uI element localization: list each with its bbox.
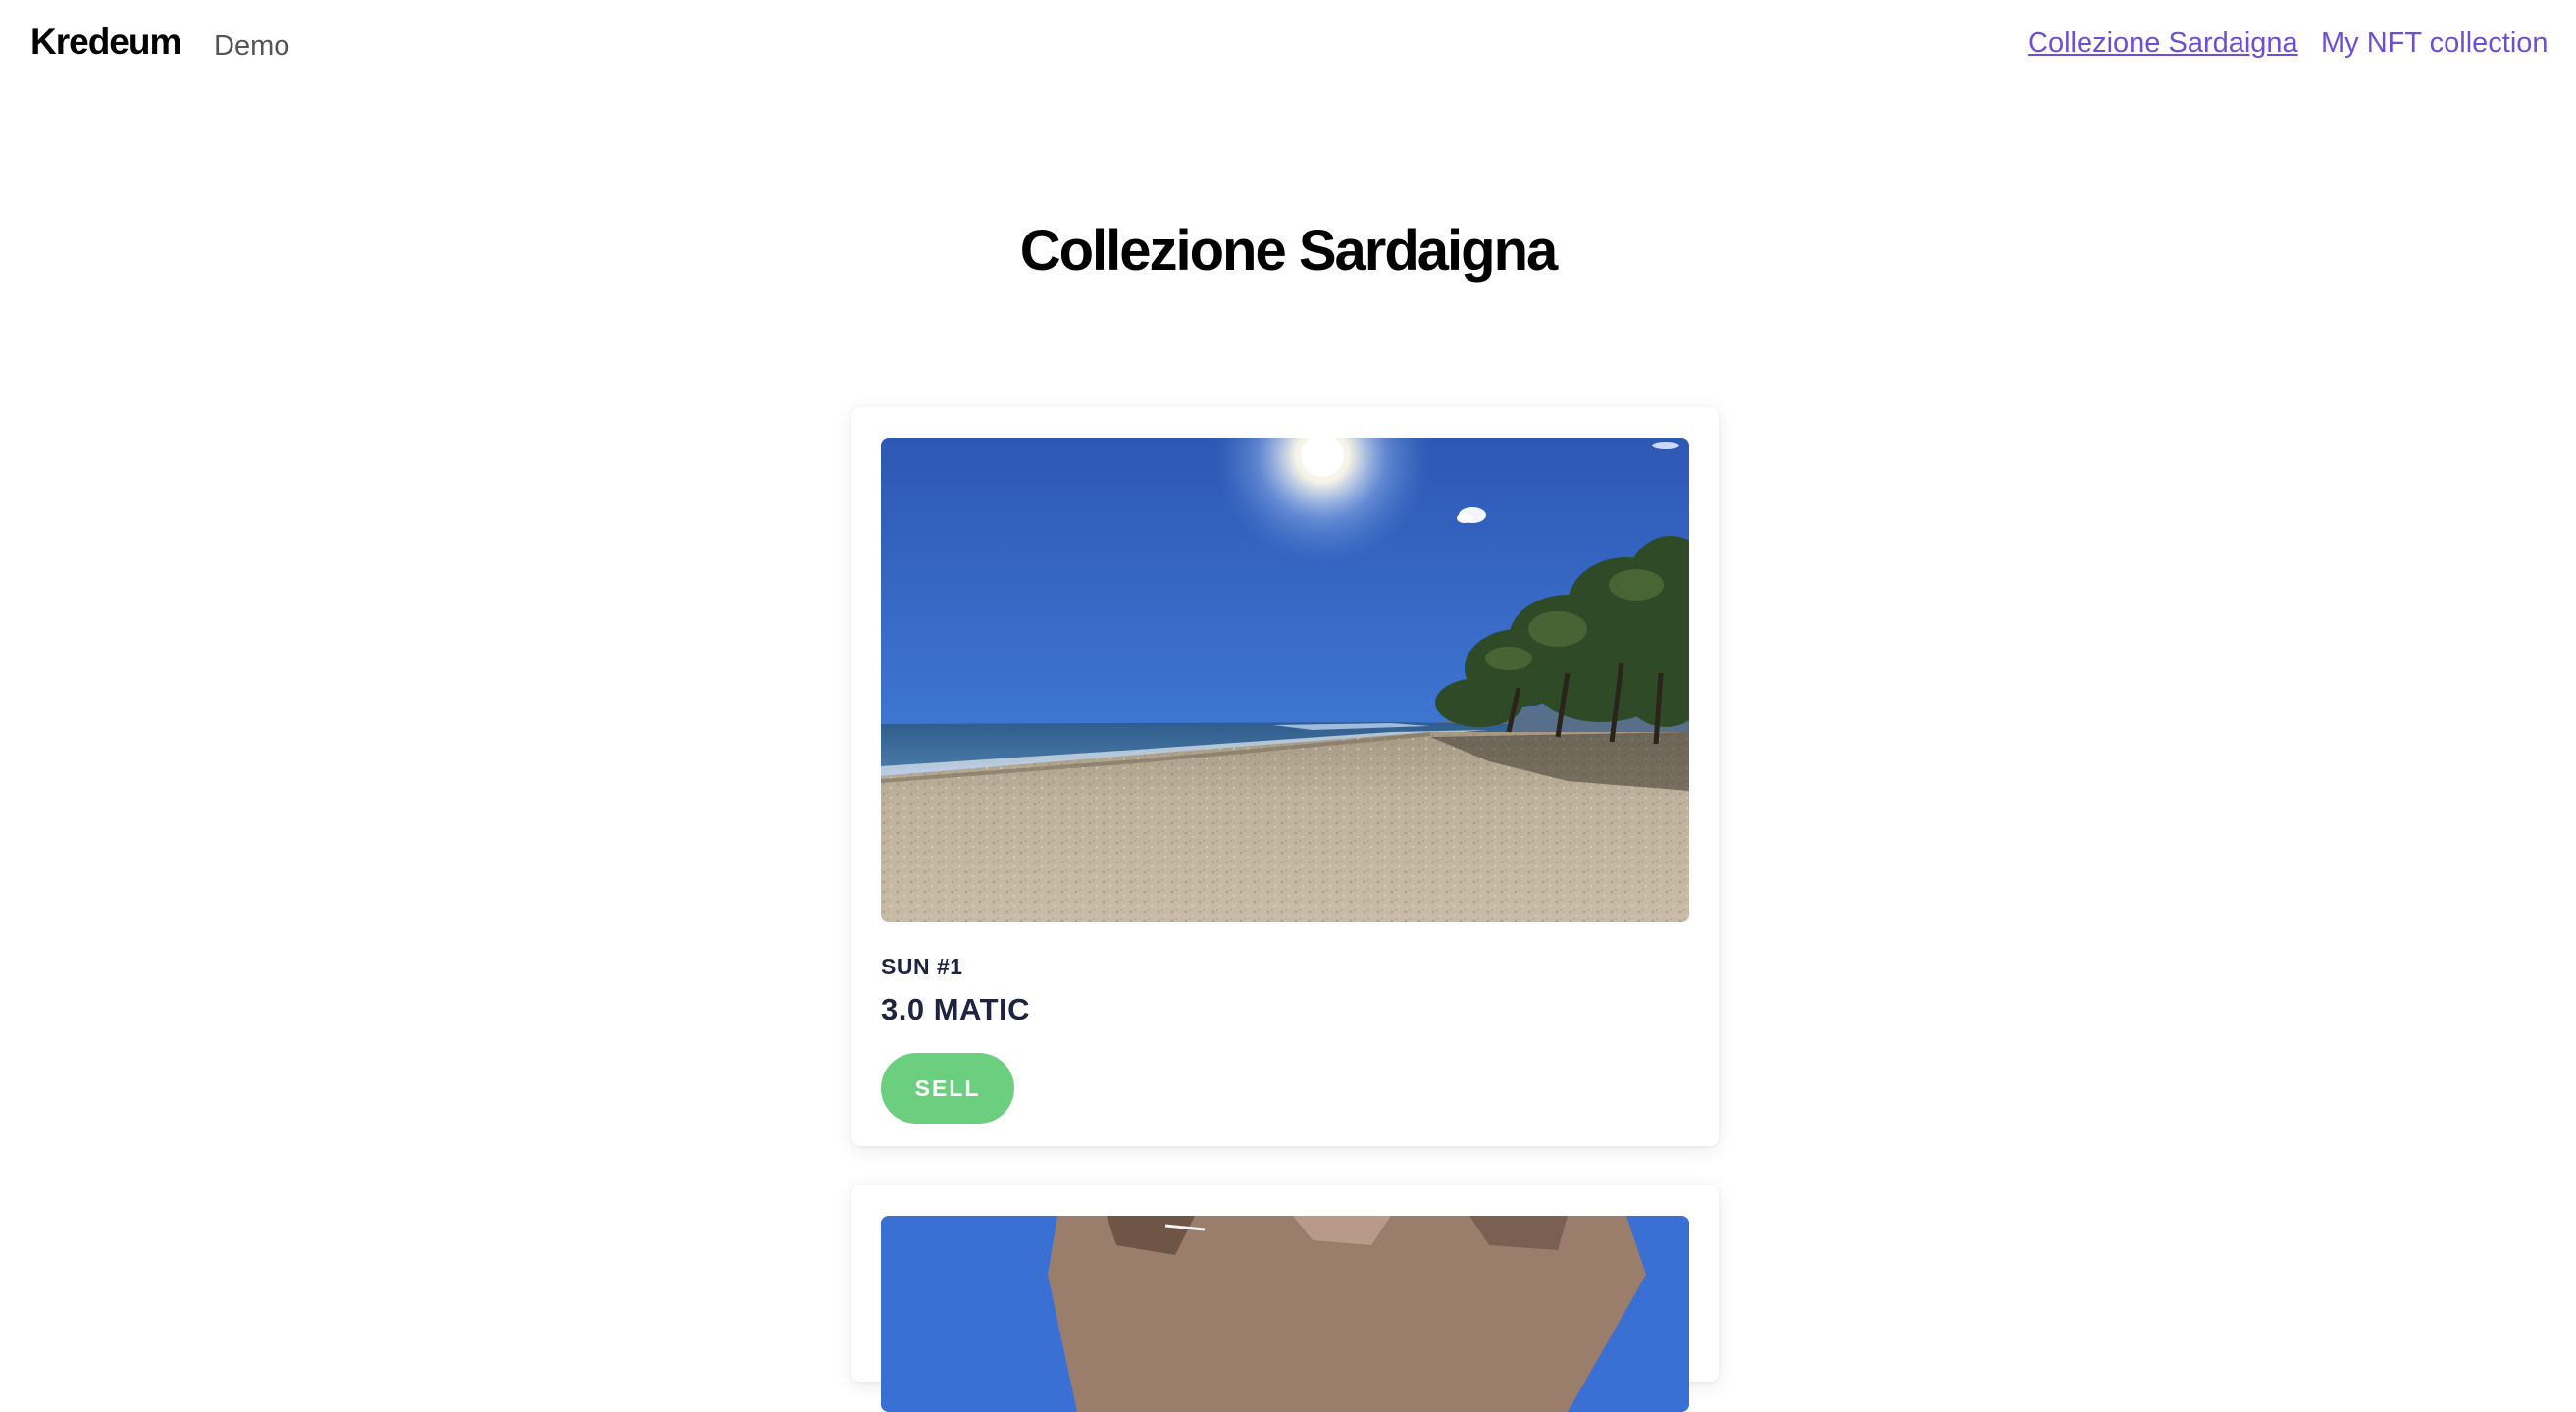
nft-card xyxy=(851,1185,1719,1412)
top-nav-bar: Kredeum Demo Collezione Sardaigna My NFT… xyxy=(0,0,2576,98)
nft-name: SUN #1 xyxy=(881,954,963,979)
brand-subtitle: Demo xyxy=(214,30,290,62)
nft-price: 3.0 MATIC xyxy=(881,992,1031,1026)
brand-logo[interactable]: Kredeum xyxy=(30,22,181,63)
nav-link-collezione-sardaigna[interactable]: Collezione Sardaigna xyxy=(2028,27,2298,60)
sell-button[interactable]: SELL xyxy=(881,1053,1014,1124)
page-title: Collezione Sardaigna xyxy=(1019,219,1559,283)
nft-image-beach[interactable] xyxy=(881,438,1689,922)
nft-image-rocks[interactable] xyxy=(881,1216,1689,1412)
nft-card: SUN #1 3.0 MATIC SELL xyxy=(851,407,1719,1146)
nav-link-my-nft-collection[interactable]: My NFT collection xyxy=(2321,27,2549,60)
